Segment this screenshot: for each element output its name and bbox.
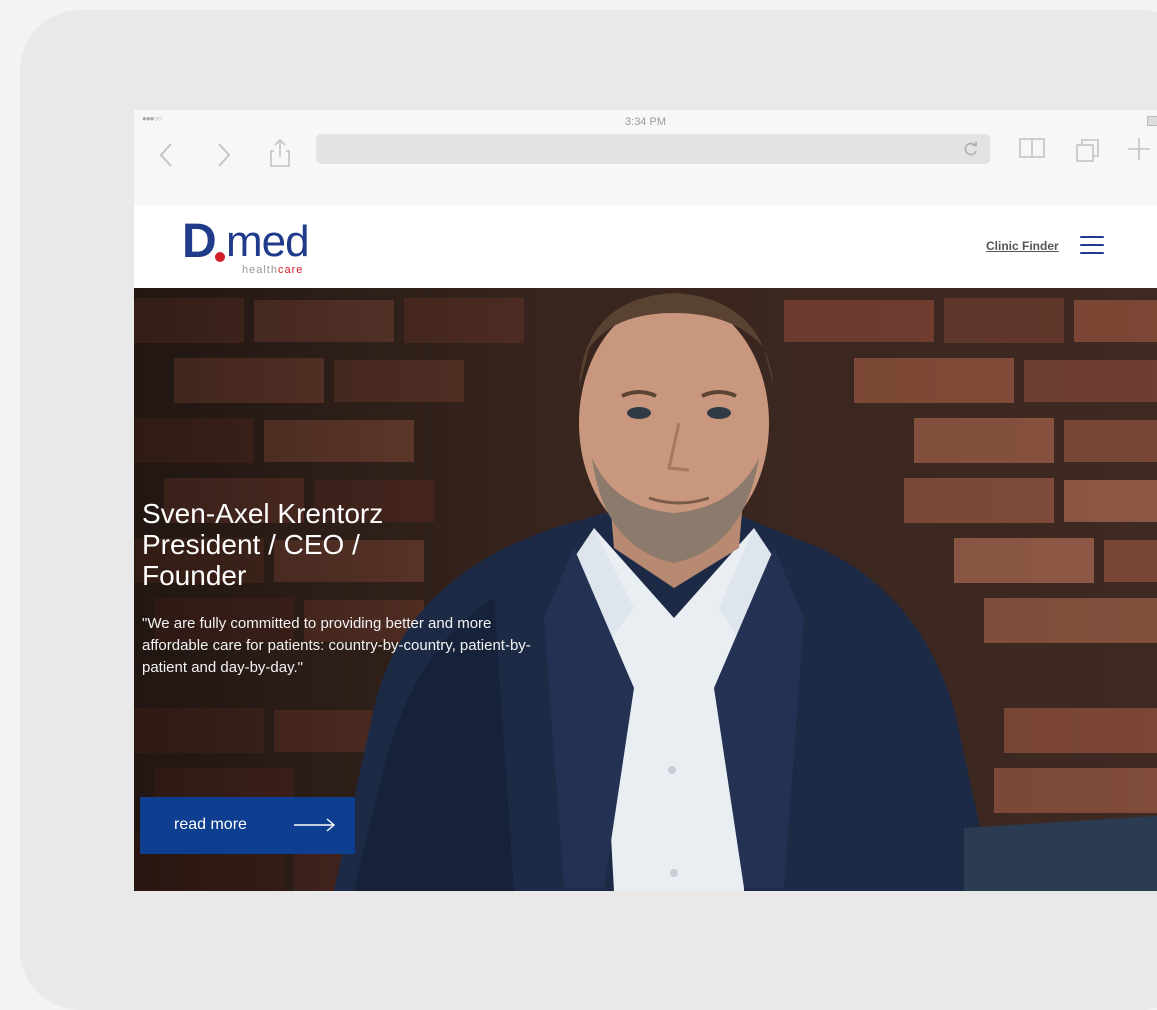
back-button[interactable] <box>158 142 174 174</box>
status-bar: ●●●○○ 3:34 PM <box>134 110 1157 132</box>
logo-med-text: med <box>226 217 310 266</box>
tablet-screen: ●●●○○ 3:34 PM D med healthcare Clinic Fi… <box>134 110 1157 891</box>
clinic-finder-link[interactable]: Clinic Finder <box>986 239 1059 253</box>
status-time: 3:34 PM <box>625 116 666 128</box>
plus-icon <box>1128 138 1150 160</box>
hero-banner: Sven-Axel Krentorz President / CEO / Fou… <box>134 288 1157 891</box>
logo-red-dot <box>215 252 225 262</box>
hero-quote: "We are fully committed to providing bet… <box>142 615 531 676</box>
hamburger-icon[interactable] <box>1080 236 1104 256</box>
tabs-icon <box>1076 139 1099 162</box>
share-icon <box>270 138 290 167</box>
address-bar[interactable] <box>316 134 990 164</box>
share-button[interactable] <box>268 138 292 174</box>
bookmarks-button[interactable] <box>1018 136 1046 166</box>
chevron-left-icon <box>159 143 172 167</box>
hero-role-line-2: Founder <box>142 560 247 591</box>
hero-text-block: Sven-Axel Krentorz President / CEO / Fou… <box>142 498 532 694</box>
logo-tagline: healthcare <box>242 264 304 276</box>
tabs-button[interactable] <box>1074 136 1102 170</box>
hero-name: Sven-Axel Krentorz <box>142 498 384 529</box>
read-more-button[interactable]: read more <box>140 797 355 854</box>
book-icon <box>1019 138 1045 158</box>
chevron-right-icon <box>218 143 231 167</box>
read-more-label: read more <box>174 816 247 833</box>
reload-icon[interactable] <box>964 141 978 157</box>
new-tab-button[interactable] <box>1126 136 1152 168</box>
battery-icon <box>1147 116 1157 126</box>
hero-role-line-1: President / CEO / <box>142 529 360 560</box>
logo-letter-d: D <box>182 215 217 268</box>
website: D med healthcare Clinic Finder Sven-Axel… <box>134 206 1157 891</box>
dmed-logo[interactable]: D med healthcare <box>182 218 342 278</box>
browser-toolbar <box>134 132 1157 202</box>
site-header: D med healthcare Clinic Finder <box>134 206 1157 288</box>
forward-button[interactable] <box>216 142 232 174</box>
arrow-right-icon <box>294 818 336 832</box>
